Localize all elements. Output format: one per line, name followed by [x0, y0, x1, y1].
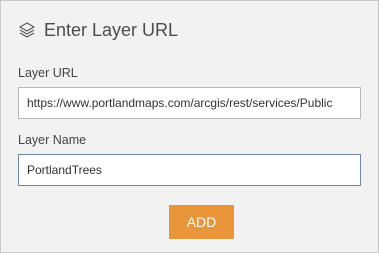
layer-name-label: Layer Name [18, 133, 87, 147]
add-button[interactable]: ADD [169, 205, 234, 239]
layers-icon [18, 21, 36, 39]
layer-name-input[interactable] [18, 154, 361, 186]
panel-header: Enter Layer URL [18, 19, 178, 41]
layer-url-input[interactable] [18, 87, 361, 119]
enter-layer-url-panel: Enter Layer URL Layer URL Layer Name ADD [0, 0, 379, 253]
panel-title: Enter Layer URL [44, 20, 179, 40]
layer-url-label: Layer URL [18, 66, 78, 80]
